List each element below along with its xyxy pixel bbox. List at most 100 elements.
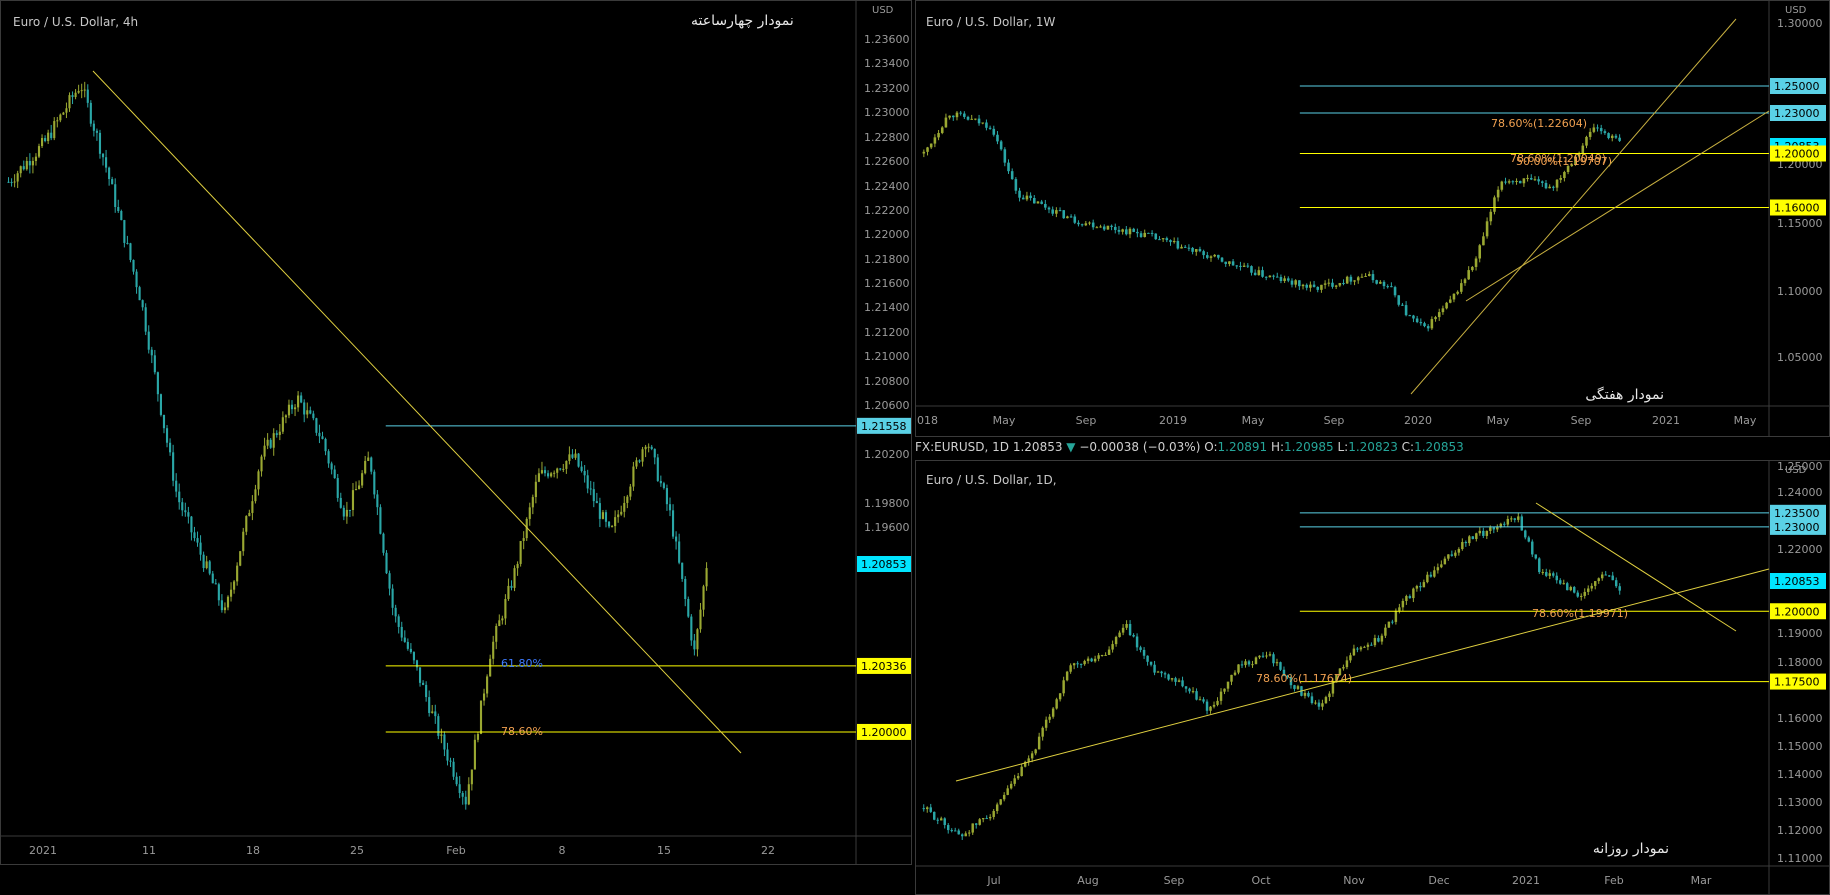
candle-body	[1018, 190, 1021, 198]
candle-body	[1384, 627, 1387, 636]
candle-body	[985, 122, 988, 128]
candle-body	[1160, 671, 1163, 674]
x-tick-label: Sep	[1571, 414, 1592, 427]
chart-panel-1w[interactable]: USD1.30000 1.25000 1.20000 1.15000 1.10000 1.…	[915, 0, 1830, 437]
candle-body	[1345, 276, 1349, 284]
candle-body	[68, 95, 71, 109]
candle-body	[635, 460, 638, 467]
x-tick-label: 18	[246, 844, 260, 857]
candle-body	[1331, 282, 1334, 287]
candle-body	[181, 502, 184, 511]
candle-body	[1366, 644, 1370, 647]
candle-body	[937, 132, 940, 138]
candle-body	[970, 118, 973, 120]
candle-body	[1009, 783, 1013, 789]
candle-body	[1610, 135, 1614, 139]
chart-4h-plot[interactable]: USD 1.23600 1.23400 1.23200 1.23000 1.22800 1.…	[1, 1, 911, 864]
symbol-info-bar: FX:EURUSD, 1D 1.20853 ▼ −0.00038 (−0.03%…	[915, 440, 1464, 454]
candle-body	[598, 503, 601, 519]
candle-body	[1066, 216, 1069, 219]
candle-body	[966, 116, 970, 120]
candle-body	[159, 394, 163, 415]
currency-label: USD	[872, 5, 894, 16]
candle-body	[1422, 582, 1426, 588]
candle-body	[1585, 136, 1588, 146]
candle-body	[25, 161, 28, 170]
candle-body	[1090, 658, 1093, 662]
chart-4h-title: Euro / U.S. Dollar, 4h	[13, 15, 139, 29]
x-tick-label: 11	[142, 844, 156, 857]
price-tag-label: 1.25000	[1774, 80, 1820, 93]
candle-body	[687, 599, 690, 617]
candle-body	[1010, 171, 1014, 180]
candle-body	[607, 521, 611, 527]
candle-body	[10, 181, 13, 183]
x-tick-label: May	[1242, 414, 1265, 427]
candle-body	[577, 453, 580, 467]
candle-body	[1261, 655, 1265, 657]
candle-body	[1025, 195, 1029, 200]
chart-panel-4h[interactable]: USD 1.23600 1.23400 1.23200 1.23000 1.22800 1.…	[0, 0, 912, 865]
candle-body	[1117, 229, 1121, 232]
x-tick-label: May	[1734, 414, 1757, 427]
candle-body	[574, 453, 577, 458]
candle-body	[992, 810, 995, 817]
candle-body	[1268, 654, 1272, 656]
candle-body	[632, 466, 635, 487]
candle-body	[1342, 282, 1345, 284]
candle-body	[1113, 226, 1117, 230]
candle-body	[1073, 216, 1077, 223]
candle-body	[659, 480, 662, 484]
candle-body	[425, 684, 428, 698]
candle-body	[1209, 256, 1213, 258]
y-tick-label: 1.22000	[864, 228, 910, 241]
candle-body	[1083, 660, 1086, 665]
candle-body	[1603, 131, 1607, 134]
candle-body	[943, 818, 946, 826]
candle-body	[65, 108, 68, 113]
candle-body	[1405, 596, 1408, 601]
y-tick-label: 1.23600	[864, 33, 910, 46]
x-tick-label: 15	[657, 844, 671, 857]
candle-body	[117, 207, 120, 212]
candle-body	[470, 769, 473, 785]
candle-body	[1055, 699, 1058, 709]
candle-body	[1580, 595, 1583, 597]
candle-body	[479, 700, 483, 734]
chart-1d-plot[interactable]: USD1.250001.240001.220001.210001.190001.…	[916, 461, 1829, 894]
candle-body	[269, 439, 272, 448]
candle-body	[926, 147, 929, 152]
candle-body	[1062, 680, 1065, 694]
price-tag-label: 1.23000	[1774, 107, 1820, 120]
chart-panel-1d[interactable]: USD1.250001.240001.220001.210001.190001.…	[915, 460, 1830, 895]
candle-body	[138, 287, 141, 301]
candle-body	[1202, 251, 1205, 256]
candle-body	[1534, 554, 1538, 559]
candle-body	[1401, 304, 1404, 306]
candle-body	[1541, 572, 1544, 574]
candle-body	[1007, 162, 1010, 172]
trend-line	[92, 70, 742, 754]
candle-body	[1235, 265, 1239, 267]
candle-body	[28, 161, 31, 166]
candle-body	[1471, 536, 1475, 539]
candle-body	[1167, 674, 1170, 680]
candle-body	[1107, 649, 1111, 655]
symbol-name[interactable]: FX:EURUSD, 1D	[915, 440, 1009, 454]
candle-body	[1244, 661, 1247, 666]
candle-body	[1006, 788, 1009, 795]
candle-body	[172, 452, 175, 481]
chart-1w-plot[interactable]: USD1.30000 1.25000 1.20000 1.15000 1.10000 1.…	[916, 1, 1829, 436]
candle-body	[175, 480, 178, 492]
candle-body	[1464, 542, 1468, 544]
candle-body	[1102, 226, 1106, 230]
candle-body	[452, 761, 455, 777]
candle-body	[1601, 574, 1604, 579]
candle-body	[1110, 225, 1113, 227]
candle-body	[1206, 255, 1209, 258]
candle-body	[236, 565, 239, 582]
candle-body	[992, 128, 996, 135]
candle-body	[960, 834, 964, 837]
candle-body	[205, 561, 208, 569]
candle-body	[13, 181, 16, 183]
